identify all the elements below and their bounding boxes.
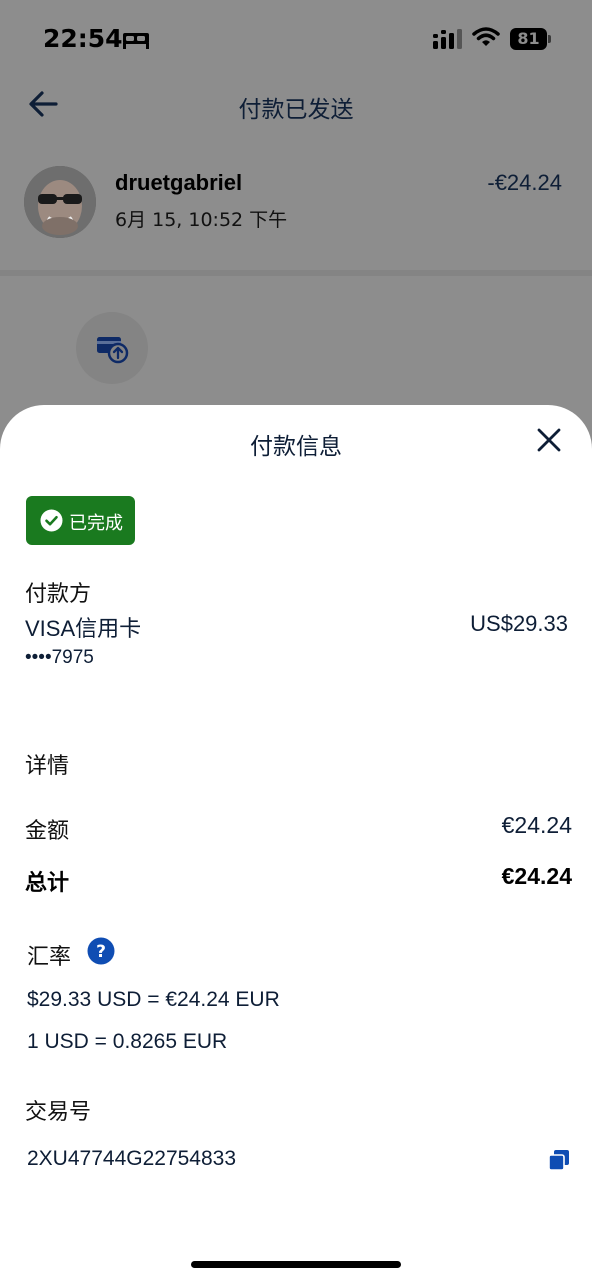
amount-value: €24.24: [501, 812, 572, 838]
wifi-icon: [472, 27, 500, 46]
status-bar: 22:54 81: [0, 0, 592, 80]
battery-level: 81: [510, 28, 547, 50]
transaction-id-heading: 交易号: [25, 1100, 92, 1125]
sheet-title: 付款信息: [250, 434, 342, 460]
signal-icon: [433, 29, 462, 49]
copy-icon[interactable]: [548, 1149, 570, 1171]
divider: [0, 270, 592, 276]
svg-text:?: ?: [96, 942, 106, 962]
exchange-rate-line-2: 1 USD = 0.8265 EUR: [27, 1030, 228, 1053]
amount-label: 金额: [25, 819, 70, 844]
transaction-id: 2XU47744G22754833: [27, 1147, 237, 1170]
card-amount: US$29.33: [470, 611, 568, 636]
check-circle-icon: [40, 509, 63, 532]
payment-info-sheet: 付款信息 已完成 付款方 VISA信用卡 US$29.33 ••••7975 详…: [0, 405, 592, 1280]
transaction-date: 6月 15, 10:52 下午: [115, 209, 288, 231]
avatar-image: [24, 166, 96, 238]
card-name: VISA信用卡: [25, 616, 142, 641]
home-indicator: [191, 1261, 401, 1268]
avatar: [24, 166, 96, 238]
card-number: ••••7975: [25, 647, 94, 668]
battery-tip: [548, 35, 551, 43]
status-time: 22:54: [43, 24, 123, 53]
help-icon[interactable]: ?: [87, 937, 115, 965]
close-icon[interactable]: [534, 425, 564, 455]
payer-heading: 付款方: [25, 582, 92, 607]
page-title: 付款已发送: [238, 97, 354, 123]
card-upload-button[interactable]: [76, 312, 148, 384]
bed-icon: [123, 33, 149, 49]
status-badge-label: 已完成: [69, 513, 123, 534]
transaction-amount: -€24.24: [487, 170, 562, 195]
exchange-rate-heading: 汇率: [27, 945, 72, 970]
battery-icon: 81: [510, 28, 552, 50]
recipient-username: druetgabriel: [115, 170, 243, 195]
status-badge: 已完成: [26, 496, 135, 545]
exchange-rate-line-1: $29.33 USD = €24.24 EUR: [27, 988, 280, 1011]
total-label: 总计: [25, 871, 70, 896]
card-upload-icon: [97, 337, 129, 364]
details-heading: 详情: [25, 754, 70, 779]
total-value: €24.24: [501, 863, 572, 889]
